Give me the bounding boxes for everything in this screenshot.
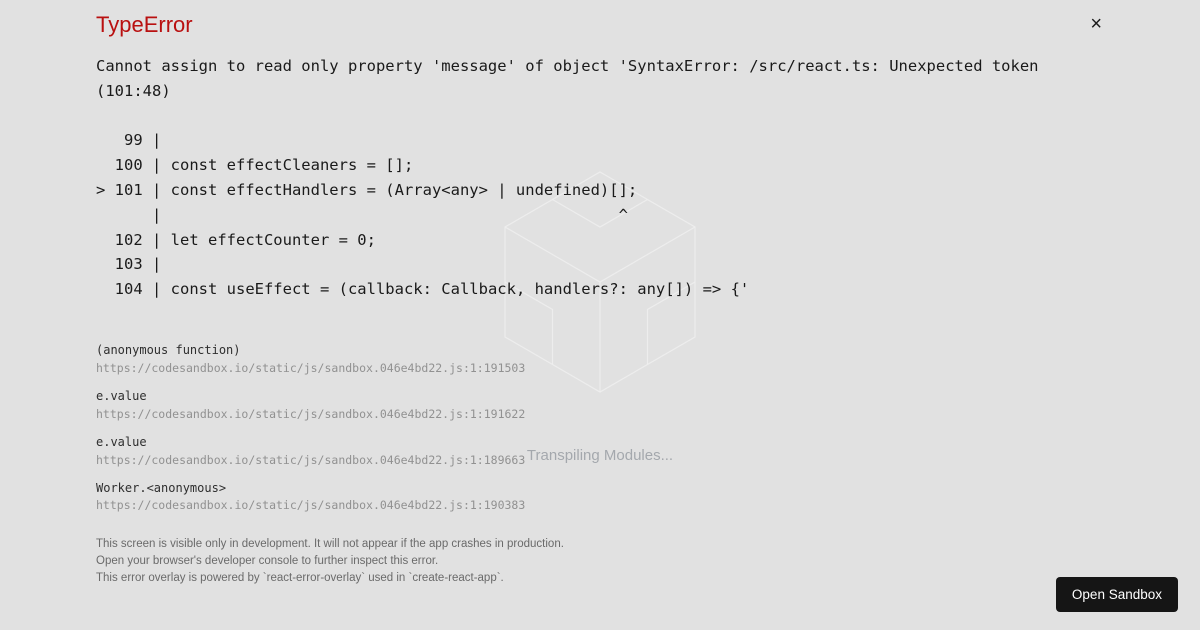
error-overlay: TypeError × Cannot assign to read only p…: [0, 0, 1200, 630]
stack-frame-location: https://codesandbox.io/static/js/sandbox…: [96, 452, 1104, 468]
error-footer-notes: This screen is visible only in developme…: [96, 536, 1104, 588]
error-message-block: Cannot assign to read only property 'mes…: [96, 54, 1104, 302]
stack-frame: (anonymous function) https://codesandbox…: [96, 342, 1104, 376]
stack-frame-location: https://codesandbox.io/static/js/sandbox…: [96, 406, 1104, 422]
stack-frame-function: Worker.<anonymous>: [96, 480, 1104, 497]
stack-frame: Worker.<anonymous> https://codesandbox.i…: [96, 480, 1104, 514]
error-type-heading: TypeError: [96, 12, 193, 38]
stack-frame-function: (anonymous function): [96, 342, 1104, 359]
error-header: TypeError ×: [96, 12, 1104, 54]
stack-trace: (anonymous function) https://codesandbox…: [96, 342, 1104, 514]
stack-frame: e.value https://codesandbox.io/static/js…: [96, 388, 1104, 422]
footer-note-line: Open your browser's developer console to…: [96, 553, 1104, 570]
footer-note-line: This error overlay is powered by `react-…: [96, 570, 1104, 587]
footer-note-line: This screen is visible only in developme…: [96, 536, 1104, 553]
stack-frame-location: https://codesandbox.io/static/js/sandbox…: [96, 360, 1104, 376]
close-icon: ×: [1090, 13, 1102, 35]
open-sandbox-button[interactable]: Open Sandbox: [1056, 577, 1178, 612]
close-button[interactable]: ×: [1088, 12, 1104, 36]
stack-frame: e.value https://codesandbox.io/static/js…: [96, 434, 1104, 468]
stack-frame-location: https://codesandbox.io/static/js/sandbox…: [96, 497, 1104, 513]
stack-frame-function: e.value: [96, 388, 1104, 405]
stack-frame-function: e.value: [96, 434, 1104, 451]
